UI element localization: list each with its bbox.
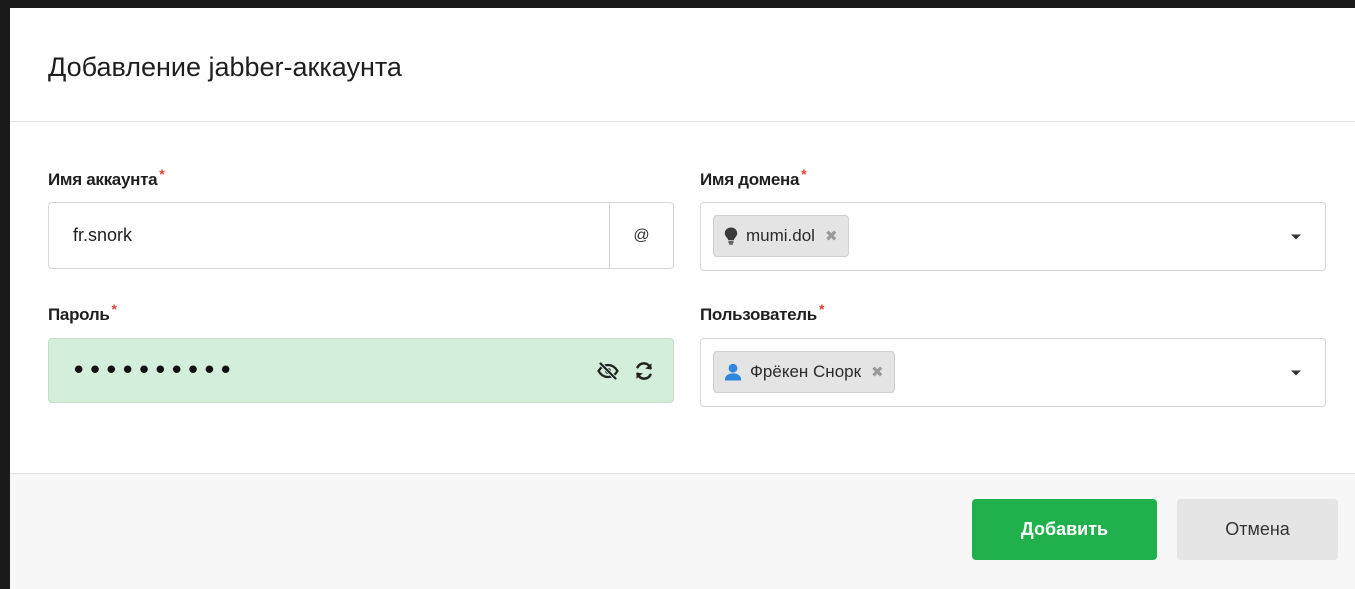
password-input[interactable] [49, 339, 569, 402]
account-name-label: Имя аккаунта * [48, 166, 165, 190]
domain-chip-remove-icon[interactable]: ✖ [825, 227, 838, 245]
password-label: Пароль * [48, 301, 117, 325]
required-mark: * [111, 301, 117, 317]
dialog-header: Добавление jabber-аккаунта [10, 8, 1355, 122]
user-chip-remove-icon[interactable]: ✖ [871, 363, 884, 381]
domain-dropdown-caret-icon[interactable] [1291, 234, 1301, 239]
domain-chip-label: mumi.dol [746, 226, 815, 245]
user-chip-label: Фрёкен Снорк [750, 362, 862, 381]
account-name-input[interactable] [49, 203, 609, 268]
user-dropdown-caret-icon[interactable] [1291, 370, 1301, 375]
domain-name-label: Имя домена * [700, 166, 807, 190]
user-label: Пользователь * [700, 301, 824, 325]
required-mark: * [818, 301, 825, 317]
eye-slash-icon[interactable] [595, 358, 621, 384]
user-chip: Фрёкен Снорк ✖ [713, 351, 895, 393]
dialog-title: Добавление jabber-аккаунта [48, 52, 402, 82]
required-mark: * [801, 166, 807, 182]
dialog-footer: Добавить Отмена [10, 474, 1355, 589]
refresh-icon[interactable] [631, 358, 657, 384]
domain-name-label-text: Имя домена [700, 170, 800, 189]
user-label-text: Пользователь [700, 305, 817, 324]
lightbulb-icon [724, 227, 738, 245]
domain-select[interactable]: mumi.dol ✖ [700, 202, 1326, 271]
add-jabber-account-dialog: Добавление jabber-аккаунта Имя аккаунта *… [10, 8, 1355, 589]
password-field [48, 338, 674, 403]
password-label-text: Пароль [48, 305, 110, 324]
account-name-field: @ [48, 202, 674, 269]
required-mark: * [159, 166, 165, 182]
dialog-body: Имя аккаунта* @ Имя домена* mumi.dol ✖ [10, 122, 1355, 474]
at-sign-addon: @ [609, 203, 673, 268]
account-name-label-text: Имя аккаунта [48, 170, 158, 189]
domain-chip: mumi.dol ✖ [713, 215, 849, 257]
user-select[interactable]: Фрёкен Снорк ✖ [700, 338, 1326, 407]
cancel-button[interactable]: Отмена [1177, 499, 1338, 560]
user-icon [724, 363, 742, 381]
add-button[interactable]: Добавить [972, 499, 1157, 560]
